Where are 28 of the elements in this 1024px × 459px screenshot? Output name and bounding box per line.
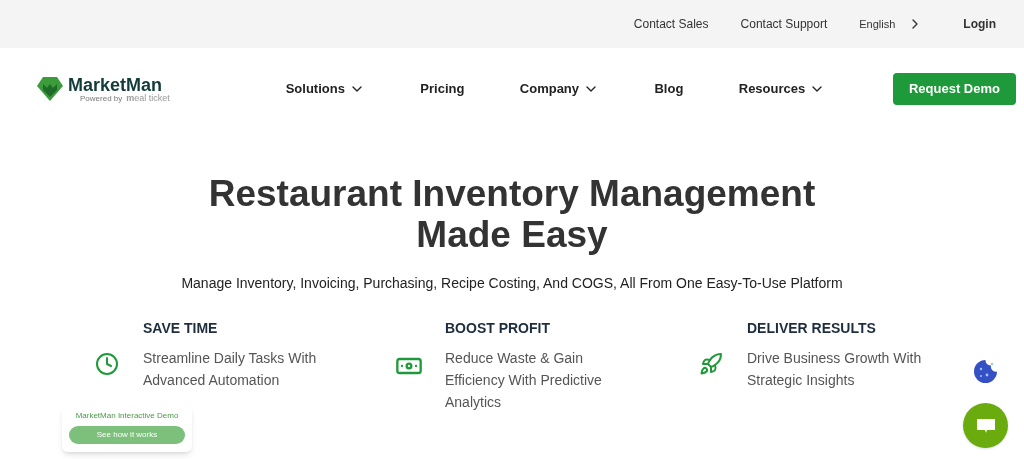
- nav-link[interactable]: Resources: [738, 79, 826, 99]
- demo-widget-title: MarketMan Interactive Demo: [75, 410, 179, 422]
- language-selector[interactable]: English: [859, 15, 924, 33]
- feature-description: Drive Business Growth With Strategic Insights: [747, 349, 923, 391]
- nav-link[interactable]: Blog: [654, 79, 684, 99]
- feature-title: BOOST PROFIT: [445, 319, 551, 339]
- logo-wordmark: MarketMan: [68, 75, 163, 94]
- hero-subtitle: Manage Inventory, Invoicing, Purchasing, Recipe Costing, And COGS, All From One Easy-To-Use Platform: [181, 274, 843, 294]
- rocket-icon: [699, 352, 723, 377]
- hero-title: Restaurant Inventory Management Made Easy: [208, 174, 816, 256]
- clock-icon: [95, 352, 119, 377]
- feature-title: SAVE TIME: [143, 319, 219, 339]
- nav-link[interactable]: Pricing: [420, 79, 465, 99]
- logo-icon: [36, 75, 64, 103]
- nav-link[interactable]: Solutions: [285, 79, 365, 99]
- feature-title: DELIVER RESULTS: [747, 319, 877, 339]
- chat-icon: [975, 417, 996, 434]
- logo-tagline: Powered by: [80, 94, 123, 103]
- top-link[interactable]: Contact Support: [740, 15, 828, 33]
- nav-link[interactable]: Company: [519, 79, 600, 99]
- partner-logo: meal ticket: [126, 93, 170, 103]
- login-link[interactable]: Login: [963, 15, 996, 33]
- feature-description: Streamline Daily Tasks With Advanced Automation: [143, 349, 318, 391]
- chat-button[interactable]: [963, 403, 1008, 448]
- top-link[interactable]: Contact Sales: [633, 15, 709, 33]
- cookie-icon: [973, 359, 998, 384]
- request-demo-button[interactable]: Request Demo: [892, 73, 1016, 105]
- feature-description: Reduce Waste & Gain Efficiency With Predictive Analytics: [445, 349, 603, 413]
